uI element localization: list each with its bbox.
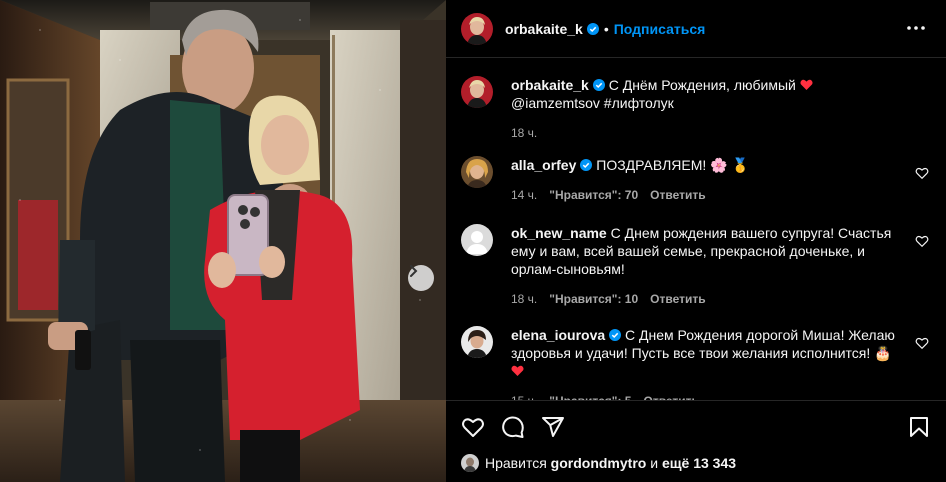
caption-text: С Днём Рождения, любимый <box>608 77 796 93</box>
heart-icon[interactable] <box>915 336 929 350</box>
reply-button[interactable]: Ответить <box>650 290 705 308</box>
commenter-username[interactable]: alla_orfey <box>511 157 576 173</box>
comment-likes-count[interactable]: "Нравится": 5 <box>549 392 631 400</box>
author-avatar[interactable] <box>461 76 493 108</box>
likes-prefix: Нравится <box>485 455 547 471</box>
liker-username[interactable]: gordondmytro <box>551 455 647 471</box>
heart-icon[interactable] <box>461 415 485 439</box>
comment-item: ok_new_name С Днем рождения вашего супру… <box>461 224 931 308</box>
comment-item: elena_iourova С Днем Рождения дорогой Ми… <box>461 326 931 400</box>
verified-icon <box>586 22 599 35</box>
comments-list[interactable]: orbakaite_k С Днём Рождения, любимый @ia… <box>446 58 946 400</box>
more-icon[interactable] <box>906 20 926 36</box>
post-photo[interactable] <box>0 0 446 482</box>
comment-text: ПОЗДРАВЛЯЕМ! 🌸 🥇 <box>596 157 749 173</box>
caption-time: 18 ч. <box>511 126 538 140</box>
verified-icon <box>609 329 622 341</box>
comment-time: 15 ч. <box>511 392 537 400</box>
comment-likes-count[interactable]: "Нравится": 10 <box>549 290 638 308</box>
follow-button[interactable]: Подписаться <box>614 21 706 37</box>
liker-avatar <box>461 454 479 472</box>
post-actions-bar <box>446 400 946 450</box>
post-caption: orbakaite_k С Днём Рождения, любимый @ia… <box>461 76 931 142</box>
heart-icon[interactable] <box>915 166 929 180</box>
chevron-right-icon <box>410 265 418 277</box>
caption-hashtag[interactable]: #лифтолук <box>604 95 674 111</box>
likes-summary[interactable]: Нравится gordondmytro и ещё 13 343 <box>461 454 736 472</box>
post-header: orbakaite_k • Подписаться <box>446 0 946 58</box>
likes-middle: и <box>650 455 659 471</box>
comment-likes-count[interactable]: "Нравится": 70 <box>549 186 638 204</box>
heart-icon[interactable] <box>915 234 929 248</box>
post-side-panel: orbakaite_k • Подписаться orbakaite_k С … <box>446 0 946 482</box>
comment-time: 14 ч. <box>511 188 538 202</box>
next-photo-button[interactable] <box>408 265 434 291</box>
likes-count[interactable]: ещё 13 343 <box>662 455 736 471</box>
comment-icon[interactable] <box>501 415 525 439</box>
comment-time: 18 ч. <box>511 292 538 306</box>
share-icon[interactable] <box>541 415 565 439</box>
commenter-avatar[interactable] <box>461 156 493 188</box>
reply-button[interactable]: Ответить <box>650 186 705 204</box>
reply-button[interactable]: Ответить <box>643 392 698 400</box>
caption-username[interactable]: orbakaite_k <box>511 77 589 93</box>
red-heart-emoji-icon <box>511 365 524 376</box>
header-separator: • <box>603 20 609 37</box>
verified-icon <box>580 159 593 171</box>
commenter-username[interactable]: elena_iourova <box>511 327 605 343</box>
comment-item: alla_orfey ПОЗДРАВЛЯЕМ! 🌸 🥇 14 ч. "Нрави… <box>461 156 931 204</box>
caption-mention[interactable]: @iamzemtsov <box>511 95 600 111</box>
author-username[interactable]: orbakaite_k <box>505 21 583 37</box>
commenter-avatar[interactable] <box>461 326 493 358</box>
commenter-avatar[interactable] <box>461 224 493 256</box>
red-heart-emoji-icon <box>800 79 813 90</box>
commenter-username[interactable]: ok_new_name <box>511 225 607 241</box>
verified-icon <box>592 79 605 91</box>
author-avatar[interactable] <box>461 12 493 45</box>
elevator-selfie-image <box>0 0 446 482</box>
bookmark-icon[interactable] <box>907 415 931 439</box>
